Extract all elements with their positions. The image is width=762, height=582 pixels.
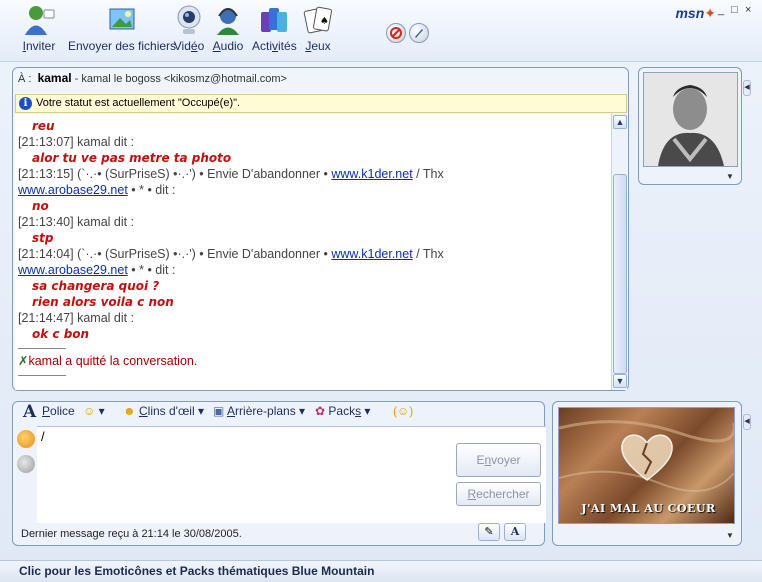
scroll-up-button[interactable]: ▲ bbox=[613, 115, 627, 129]
contact-picture-menu-arrow[interactable]: ▼ bbox=[726, 172, 734, 181]
message-text: alor tu ve pas metre ta photo bbox=[32, 151, 232, 165]
block-icon bbox=[390, 27, 402, 39]
contact-left-notice: ✗kamal a quitté la conversation. bbox=[18, 353, 611, 369]
wink-icon: ☻ bbox=[123, 404, 136, 418]
contact-left-icon: ✗ bbox=[18, 354, 29, 368]
message-header: www.arobase29.net • * • dit : bbox=[18, 262, 611, 278]
audio-button[interactable]: Audio bbox=[211, 4, 245, 53]
search-button[interactable]: Rechercher bbox=[456, 482, 541, 506]
last-message-info: Dernier message reçu à 21:14 le 30/08/20… bbox=[21, 528, 242, 540]
invite-button[interactable]: Inviter bbox=[22, 4, 56, 53]
handwriting-tab[interactable]: ✎ bbox=[478, 523, 500, 541]
maximize-button[interactable]: □ bbox=[731, 4, 738, 16]
smiley-icon: ☺ bbox=[83, 404, 96, 418]
background-icon: ▣ bbox=[213, 404, 225, 418]
scroll-thumb[interactable] bbox=[613, 174, 627, 374]
nickname-link[interactable]: www.k1der.net bbox=[331, 167, 412, 181]
font-icon: A bbox=[23, 402, 37, 422]
sender-nickname-suffix: • * • dit : bbox=[127, 183, 176, 197]
font-button[interactable]: Police bbox=[42, 404, 75, 418]
history-separator bbox=[18, 348, 66, 349]
contact-left-text: kamal a quitté la conversation. bbox=[28, 354, 198, 368]
backgrounds-button[interactable]: ▣ Arrière-plans ▾ bbox=[213, 404, 305, 418]
message-text: stp bbox=[32, 231, 54, 245]
contact-display-picture[interactable] bbox=[643, 72, 738, 167]
send-files-icon bbox=[105, 4, 139, 36]
voice-clip-icon[interactable] bbox=[17, 430, 35, 448]
status-notice-text: Votre statut est actuellement "Occupé(e)… bbox=[36, 97, 241, 109]
collapse-my-picture[interactable]: ◀ bbox=[743, 414, 751, 430]
status-notice: i Votre statut est actuellement "Occupé(… bbox=[15, 94, 627, 113]
collapse-contact-picture[interactable]: ◀ bbox=[743, 80, 751, 96]
video-button[interactable]: Vidéo bbox=[172, 4, 206, 53]
info-icon: i bbox=[19, 97, 32, 110]
bottom-status-bar[interactable]: Clic pour les Emoticônes et Packs thémat… bbox=[0, 560, 762, 582]
recipient-line: À : kamal - kamal le bogoss <kikosmz@hot… bbox=[18, 71, 287, 85]
message-text: rien alors voila c non bbox=[32, 295, 174, 309]
message-text: ok c bon bbox=[32, 327, 90, 341]
message-text: no bbox=[32, 199, 49, 213]
message-header: [21:13:07] kamal dit : bbox=[18, 135, 135, 149]
games-button[interactable]: ♠ Jeux bbox=[301, 4, 335, 53]
gift-icon: ✿ bbox=[315, 404, 326, 418]
cards-icon: ♠ bbox=[301, 4, 335, 36]
sender-nickname-suffix: / Thx bbox=[412, 247, 444, 261]
send-files-button[interactable]: Envoyer des fichiers bbox=[68, 4, 176, 53]
message-text: reu bbox=[32, 119, 55, 133]
svg-text:♠: ♠ bbox=[320, 16, 329, 27]
to-label: À : bbox=[18, 73, 32, 85]
nudge-icon: (☺) bbox=[393, 404, 414, 418]
activities-icon bbox=[257, 4, 291, 36]
text-icon: A bbox=[510, 525, 520, 538]
message-header: [21:14:04] (`·.·• (SurPriseS) •·.·') • E… bbox=[18, 246, 611, 262]
pen-icon: ✎ bbox=[484, 526, 494, 538]
person-photo bbox=[644, 73, 737, 166]
history-separator bbox=[18, 375, 66, 376]
nickname-link[interactable]: www.arobase29.net bbox=[18, 183, 128, 197]
message-header: [21:13:15] (`·.·• (SurPriseS) •·.·') • E… bbox=[18, 166, 611, 182]
conversation-history[interactable]: reu [21:13:07] kamal dit : alor tu ve pas … bbox=[15, 114, 611, 390]
sender-nickname: [21:14:04] (`·.·• (SurPriseS) •·.·') • E… bbox=[18, 247, 332, 261]
history-scrollbar[interactable]: ▲ ▼ bbox=[611, 114, 627, 390]
scroll-down-button[interactable]: ▼ bbox=[613, 374, 627, 388]
minimize-button[interactable]: _ bbox=[718, 4, 724, 16]
contact-details: - kamal le bogoss <kikosmz@hotmail.com> bbox=[71, 73, 287, 85]
winks-button[interactable]: ☻ Clins d'œil ▾ bbox=[123, 404, 204, 418]
sender-nickname: [21:13:15] (`·.·• (SurPriseS) •·.·') • E… bbox=[18, 167, 332, 181]
message-text: sa changera quoi ? bbox=[32, 279, 160, 293]
packs-button[interactable]: ✿ Packs ▾ bbox=[315, 404, 370, 418]
text-tab[interactable]: A bbox=[504, 523, 526, 541]
message-input-text: / bbox=[41, 429, 45, 444]
nudge-button[interactable]: (☺) bbox=[393, 404, 413, 418]
nickname-link[interactable]: www.arobase29.net bbox=[18, 263, 128, 277]
handwriting-icon[interactable] bbox=[17, 455, 35, 473]
emoticons-button[interactable]: ☺ ▾ bbox=[83, 404, 105, 418]
change-background-button[interactable] bbox=[409, 23, 429, 43]
message-header: www.arobase29.net • * • dit : bbox=[18, 182, 611, 198]
invite-contacts-icon bbox=[22, 4, 56, 36]
picture-caption: J'AI MAL AU COEUR bbox=[581, 502, 716, 515]
nickname-link[interactable]: www.k1der.net bbox=[331, 247, 412, 261]
message-header: [21:13:40] kamal dit : bbox=[18, 215, 135, 229]
webcam-icon bbox=[172, 4, 206, 36]
headset-icon bbox=[211, 4, 245, 36]
msn-logo: msn✦ bbox=[675, 5, 716, 21]
sender-nickname-suffix: • * • dit : bbox=[127, 263, 176, 277]
my-picture-menu-arrow[interactable]: ▼ bbox=[726, 531, 734, 540]
contact-name[interactable]: kamal bbox=[38, 71, 72, 85]
activities-button[interactable]: Activités bbox=[252, 4, 297, 53]
send-button[interactable]: Envoyer bbox=[456, 443, 541, 477]
brush-icon bbox=[415, 29, 423, 38]
block-contact-button[interactable] bbox=[386, 23, 406, 43]
message-header: [21:14:47] kamal dit : bbox=[18, 311, 135, 325]
close-button[interactable]: × bbox=[745, 4, 751, 16]
sender-nickname-suffix: / Thx bbox=[412, 167, 444, 181]
